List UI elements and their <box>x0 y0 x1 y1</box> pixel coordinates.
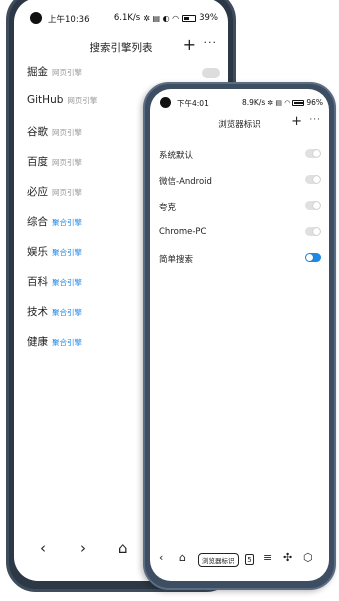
engine-tag: 聚合引擎 <box>52 338 82 347</box>
engine-row[interactable]: 百科 聚合引擎 <box>27 274 97 304</box>
bottom-toolbar: ‹ ⌂ 浏览器标识 5 ≡ ✣ ⬡ <box>150 551 329 571</box>
engine-tag: 聚合引擎 <box>52 218 82 227</box>
ua-option-row[interactable]: 简单搜索 <box>159 249 321 275</box>
engine-row[interactable]: 健康 聚合引擎 <box>27 334 97 364</box>
network-speed: 8.9K/s <box>242 98 266 107</box>
ua-toggle[interactable] <box>305 253 321 262</box>
camera-hole <box>30 12 42 24</box>
engine-list: 掘金 网页引擎 GitHub 网页引擎 谷歌 网页引擎 百度 网页引擎 必应 网… <box>27 64 97 364</box>
status-time: 上午10:36 <box>48 15 90 25</box>
engine-tag: 聚合引擎 <box>52 278 82 287</box>
status-icons: ✲ ▤ ◐ ◠ <box>143 13 180 23</box>
back-arrow-icon[interactable]: ‹ <box>159 551 163 564</box>
ua-toggle[interactable] <box>305 149 321 158</box>
battery-level: 39% <box>199 13 218 23</box>
engine-name: 技术 <box>27 306 48 318</box>
status-bar: 下午4:01 8.9K/s ✲ ▤ ◠ 96% <box>150 97 329 113</box>
engine-row[interactable]: 谷歌 网页引擎 <box>27 124 97 154</box>
ua-option-row[interactable]: 系统默认 <box>159 145 321 171</box>
title-bar: 搜索引擎列表 + ··· <box>14 35 228 60</box>
ua-option-row[interactable]: Chrome-PC <box>159 223 321 249</box>
add-icon[interactable]: + <box>291 114 302 129</box>
ua-option-list: 系统默认 微信-Android 夸克 Chrome-PC 简单搜索 <box>159 145 321 275</box>
engine-tag: 网页引擎 <box>67 96 98 105</box>
engine-name: 健康 <box>27 336 48 348</box>
engine-name: 百科 <box>27 276 48 288</box>
home-icon[interactable]: ⌂ <box>179 551 186 564</box>
menu-icon[interactable]: ≡ <box>263 551 272 564</box>
ua-option-row[interactable]: 夸克 <box>159 197 321 223</box>
engine-row[interactable]: 技术 聚合引擎 <box>27 304 97 334</box>
tab-count[interactable]: 5 <box>245 554 254 565</box>
add-icon[interactable]: + <box>183 35 196 54</box>
engine-name: 谷歌 <box>27 126 48 138</box>
ua-toggle[interactable] <box>305 227 321 236</box>
shield-icon[interactable]: ⬡ <box>303 551 313 564</box>
engine-name: 百度 <box>27 156 48 168</box>
engine-name: 必应 <box>27 186 48 198</box>
more-icon[interactable]: ··· <box>309 115 321 125</box>
engine-row[interactable]: 必应 网页引擎 <box>27 184 97 214</box>
status-time: 下午4:01 <box>177 99 209 108</box>
forward-arrow-icon[interactable]: › <box>80 539 86 557</box>
front-phone-screen: 下午4:01 8.9K/s ✲ ▤ ◠ 96% 浏览器标识 + ··· 系统默认… <box>150 89 329 581</box>
status-bar: 上午10:36 6.1K/s ✲ ▤ ◐ ◠ 39% <box>14 12 228 28</box>
engine-tag: 网页引擎 <box>52 158 82 167</box>
battery-level: 96% <box>306 98 323 107</box>
engine-name: GitHub <box>27 94 64 106</box>
engine-name: 娱乐 <box>27 246 48 258</box>
ua-button[interactable]: 浏览器标识 <box>198 553 239 567</box>
title-bar: 浏览器标识 + ··· <box>150 114 329 138</box>
toggle-switch[interactable] <box>202 68 220 78</box>
camera-hole <box>160 97 171 108</box>
engine-row[interactable]: 娱乐 聚合引擎 <box>27 244 97 274</box>
engine-row[interactable]: 掘金 网页引擎 <box>27 64 97 94</box>
home-icon[interactable]: ⌂ <box>118 539 128 557</box>
extension-icon[interactable]: ✣ <box>283 551 292 564</box>
ua-option-label: 微信-Android <box>159 177 212 187</box>
ua-option-label: 夸克 <box>159 203 177 213</box>
engine-tag: 网页引擎 <box>52 68 82 77</box>
engine-row[interactable]: 百度 网页引擎 <box>27 154 97 184</box>
ua-option-label: Chrome-PC <box>159 227 207 237</box>
network-speed: 6.1K/s <box>113 13 141 23</box>
ua-option-label: 系统默认 <box>159 151 194 161</box>
ua-toggle[interactable] <box>305 175 321 184</box>
engine-name: 综合 <box>27 216 48 228</box>
status-icons: ✲ ▤ ◠ <box>267 98 291 107</box>
battery-icon <box>292 99 305 106</box>
engine-row[interactable]: GitHub 网页引擎 <box>27 94 97 124</box>
ua-option-label: 简单搜索 <box>159 255 194 265</box>
more-icon[interactable]: ··· <box>204 36 218 49</box>
engine-tag: 网页引擎 <box>52 188 82 197</box>
engine-name: 掘金 <box>27 66 48 78</box>
engine-tag: 聚合引擎 <box>52 308 82 317</box>
battery-icon <box>182 14 197 22</box>
page-title: 浏览器标识 <box>218 120 261 130</box>
back-arrow-icon[interactable]: ‹ <box>40 539 46 557</box>
ua-toggle[interactable] <box>305 201 321 210</box>
engine-row[interactable]: 综合 聚合引擎 <box>27 214 97 244</box>
engine-tag: 网页引擎 <box>52 128 82 137</box>
front-phone-frame: 下午4:01 8.9K/s ✲ ▤ ◠ 96% 浏览器标识 + ··· 系统默认… <box>143 82 336 590</box>
engine-tag: 聚合引擎 <box>52 248 82 257</box>
ua-option-row[interactable]: 微信-Android <box>159 171 321 197</box>
